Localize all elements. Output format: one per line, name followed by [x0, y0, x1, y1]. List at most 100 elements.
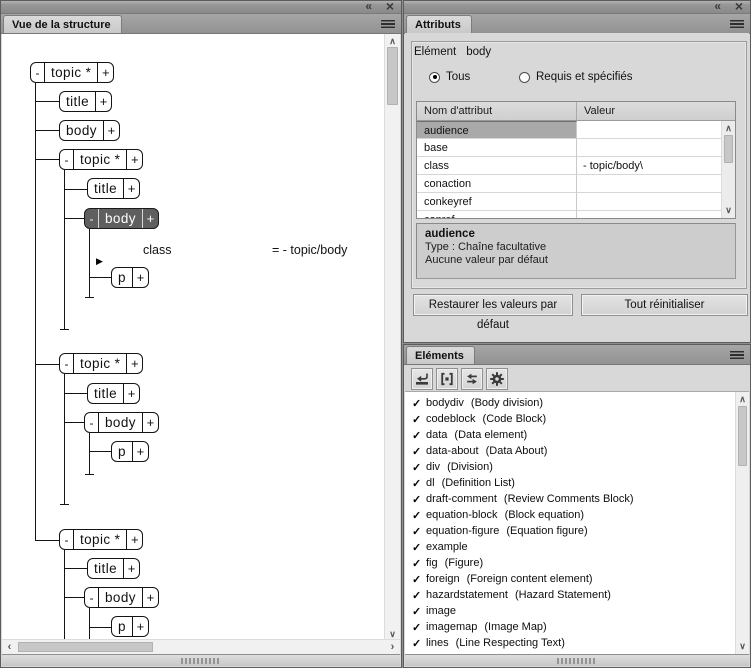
element-item-draft-comment[interactable]: ✓draft-comment(Review Comments Block)	[405, 491, 749, 507]
expand-cell[interactable]: +	[126, 530, 142, 549]
tree-node-body-4[interactable]: -body+	[84, 587, 159, 608]
expand-cell[interactable]: +	[95, 92, 111, 111]
attribute-row-audience[interactable]: audience	[417, 121, 735, 139]
radio-required-specified[interactable]: Requis et spécifiés	[519, 71, 633, 83]
structure-horizontal-scrollbar[interactable]: ‹ ›	[2, 639, 400, 654]
expand-cell[interactable]: +	[132, 268, 148, 287]
element-item-codeblock[interactable]: ✓codeblock(Code Block)	[405, 411, 749, 427]
collapse-panel-icon[interactable]: «	[714, 0, 720, 13]
element-item-example[interactable]: ✓example	[405, 539, 749, 555]
panel-menu-icon[interactable]	[730, 351, 744, 360]
element-item-imagemap[interactable]: ✓imagemap(Image Map)	[405, 619, 749, 635]
vertical-scroll-thumb[interactable]	[738, 406, 747, 466]
scroll-left-icon[interactable]: ‹	[3, 640, 16, 654]
attribute-marker-icon[interactable]: ▶	[96, 256, 103, 267]
tree-node-title-3[interactable]: title+	[87, 383, 140, 404]
reset-all-button[interactable]: Tout réinitialiser	[581, 294, 748, 316]
element-item-fig[interactable]: ✓fig(Figure)	[405, 555, 749, 571]
element-item-div[interactable]: ✓div(Division)	[405, 459, 749, 475]
scroll-up-icon[interactable]: ∧	[736, 393, 749, 406]
expand-cell[interactable]: +	[142, 209, 158, 228]
tree-node-body-1[interactable]: body+	[59, 120, 120, 141]
expand-cell[interactable]: +	[142, 588, 158, 607]
tab-attributes[interactable]: Attributs	[406, 15, 472, 33]
attribute-name-cell[interactable]: audience	[417, 121, 577, 139]
tab-elements[interactable]: Eléments	[406, 346, 475, 364]
close-panel-icon[interactable]: ×	[386, 0, 394, 14]
attribute-name-cell[interactable]: base	[417, 139, 577, 157]
element-item-hazardstatement[interactable]: ✓hazardstatement(Hazard Statement)	[405, 587, 749, 603]
vertical-scroll-thumb[interactable]	[724, 135, 733, 163]
resize-grip[interactable]	[181, 658, 221, 664]
expand-cell[interactable]: +	[126, 150, 142, 169]
expand-cell[interactable]: +	[97, 63, 113, 82]
expand-cell[interactable]: +	[103, 121, 119, 140]
tree-node-body-3[interactable]: -body+	[84, 412, 159, 433]
attribute-row-class[interactable]: class- topic/body\	[417, 157, 735, 175]
scroll-right-icon[interactable]: ›	[386, 640, 399, 654]
expand-cell[interactable]: +	[142, 413, 158, 432]
wrap-element-icon[interactable]	[436, 368, 458, 390]
element-item-foreign[interactable]: ✓foreign(Foreign content element)	[405, 571, 749, 587]
attribute-row-conref[interactable]: conref	[417, 211, 735, 219]
scroll-down-icon[interactable]: ∨	[736, 640, 749, 653]
tree-node-p-1[interactable]: p+	[111, 267, 149, 288]
restore-defaults-button[interactable]: Restaurer les valeurs par défaut	[413, 294, 573, 316]
collapse-cell[interactable]: -	[60, 354, 73, 373]
attribute-name-cell[interactable]: conaction	[417, 175, 577, 193]
attribute-row-conkeyref[interactable]: conkeyref	[417, 193, 735, 211]
attribute-name-cell[interactable]: class	[417, 157, 577, 175]
close-panel-icon[interactable]: ×	[735, 0, 743, 14]
attribute-row-conaction[interactable]: conaction	[417, 175, 735, 193]
expand-cell[interactable]: +	[123, 179, 139, 198]
expand-cell[interactable]: +	[123, 384, 139, 403]
options-gear-icon[interactable]	[486, 368, 508, 390]
expand-cell[interactable]: +	[123, 559, 139, 578]
elements-list-scrollbar[interactable]: ∧ ∨	[735, 392, 749, 654]
panel-menu-icon[interactable]	[381, 20, 395, 29]
attribute-value-cell[interactable]	[577, 211, 721, 219]
expand-cell[interactable]: +	[132, 442, 148, 461]
scroll-up-icon[interactable]: ∧	[722, 122, 735, 135]
insert-element-icon[interactable]	[411, 368, 433, 390]
radio-selected-icon[interactable]	[429, 72, 440, 83]
element-item-image[interactable]: ✓image	[405, 603, 749, 619]
tree-node-p-2[interactable]: p+	[111, 441, 149, 462]
element-item-bodydiv[interactable]: ✓bodydiv(Body division)	[405, 395, 749, 411]
panel-menu-icon[interactable]	[730, 20, 744, 29]
element-item-equation-block[interactable]: ✓equation-block(Block equation)	[405, 507, 749, 523]
attribute-row-base[interactable]: base	[417, 139, 735, 157]
tree-node-body-2-selected[interactable]: -body+	[84, 208, 159, 229]
expand-cell[interactable]: +	[126, 354, 142, 373]
tree-node-title-2[interactable]: title+	[87, 178, 140, 199]
element-item-lines[interactable]: ✓lines(Line Respecting Text)	[405, 635, 749, 651]
attribute-value-cell[interactable]	[577, 175, 721, 193]
tree-node-title-4[interactable]: title+	[87, 558, 140, 579]
horizontal-scroll-thumb[interactable]	[18, 642, 153, 652]
tree-node-topic-1[interactable]: -topic *+	[30, 62, 114, 83]
tree-node-topic-3[interactable]: -topic *+	[59, 353, 143, 374]
tree-node-title-1[interactable]: title+	[59, 91, 112, 112]
tree-node-topic-4[interactable]: -topic *+	[59, 529, 143, 550]
vertical-scroll-thumb[interactable]	[387, 47, 398, 105]
attributes-table-scrollbar[interactable]: ∧ ∨	[721, 121, 735, 218]
element-item-data[interactable]: ✓data(Data element)	[405, 427, 749, 443]
tab-structure-view[interactable]: Vue de la structure	[3, 15, 122, 33]
collapse-cell[interactable]: -	[85, 413, 98, 432]
collapse-cell[interactable]: -	[31, 63, 44, 82]
collapse-cell[interactable]: -	[85, 588, 98, 607]
element-item-data-about[interactable]: ✓data-about(Data About)	[405, 443, 749, 459]
change-element-icon[interactable]	[461, 368, 483, 390]
element-item-equation-figure[interactable]: ✓equation-figure(Equation figure)	[405, 523, 749, 539]
radio-all-attributes[interactable]: Tous	[429, 71, 470, 83]
attribute-value-cell[interactable]: - topic/body\	[577, 157, 721, 175]
scroll-down-icon[interactable]: ∨	[722, 204, 735, 217]
attribute-value-cell[interactable]	[577, 139, 721, 157]
element-item-dl[interactable]: ✓dl(Definition List)	[405, 475, 749, 491]
radio-unselected-icon[interactable]	[519, 72, 530, 83]
expand-cell[interactable]: +	[132, 617, 148, 636]
resize-grip[interactable]	[557, 658, 597, 664]
structure-vertical-scrollbar[interactable]: ∧ ∨	[384, 34, 400, 642]
attribute-name-cell[interactable]: conkeyref	[417, 193, 577, 211]
attribute-name-cell[interactable]: conref	[417, 211, 577, 219]
